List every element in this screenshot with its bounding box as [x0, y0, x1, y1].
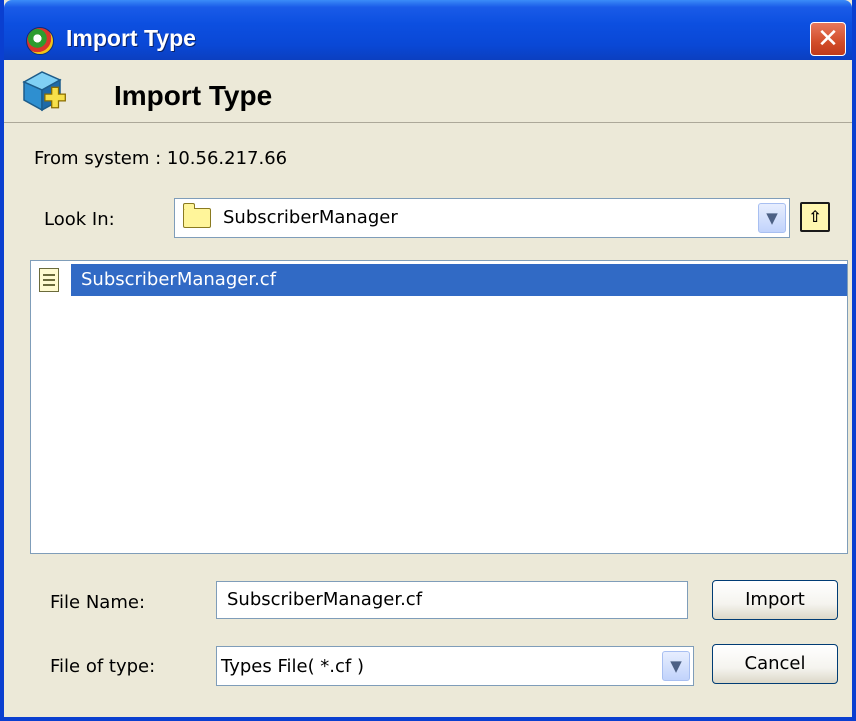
- look-in-dropdown-button[interactable]: ▼: [758, 203, 786, 233]
- chevron-down-icon: ▼: [766, 209, 778, 227]
- look-in-value: SubscriberManager: [223, 207, 398, 228]
- file-type-select[interactable]: Types File( *.cf ) ▼: [216, 646, 694, 686]
- file-list[interactable]: SubscriberManager.cf: [30, 260, 848, 554]
- list-item[interactable]: SubscriberManager.cf: [31, 264, 847, 296]
- close-button[interactable]: ✕: [810, 22, 846, 56]
- import-button[interactable]: Import: [712, 580, 838, 620]
- up-folder-button[interactable]: ⇧: [800, 202, 830, 232]
- file-type-value: Types File( *.cf ): [221, 656, 365, 677]
- chevron-down-icon: ▼: [670, 657, 682, 675]
- file-type-label: File of type:: [50, 656, 156, 677]
- title-bar[interactable]: Import Type ✕: [4, 0, 852, 60]
- window-title: Import Type: [66, 25, 196, 51]
- file-type-dropdown-button[interactable]: ▼: [662, 651, 690, 681]
- look-in-label: Look In:: [44, 209, 115, 230]
- file-name-text: SubscriberManager.cf: [81, 269, 277, 290]
- cancel-button[interactable]: Cancel: [712, 644, 838, 684]
- close-icon: ✕: [817, 24, 839, 54]
- file-name-field[interactable]: SubscriberManager.cf: [216, 581, 688, 619]
- from-system-label: From system : 10.56.217.66: [34, 148, 288, 169]
- document-icon: [39, 268, 59, 292]
- folder-icon: [183, 203, 211, 228]
- import-type-dialog: Import Type ✕ Import Type From system : …: [0, 0, 856, 721]
- header-title: Import Type: [114, 80, 273, 111]
- look-in-select[interactable]: SubscriberManager ▼: [174, 198, 790, 238]
- cube-add-icon: [22, 71, 66, 112]
- dialog-body: From system : 10.56.217.66 Look In: Subs…: [20, 124, 848, 712]
- file-name-label: File Name:: [50, 592, 146, 613]
- up-folder-icon: ⇧: [808, 207, 822, 226]
- dialog-header: Import Type: [4, 60, 852, 123]
- app-globe-icon: [26, 27, 54, 55]
